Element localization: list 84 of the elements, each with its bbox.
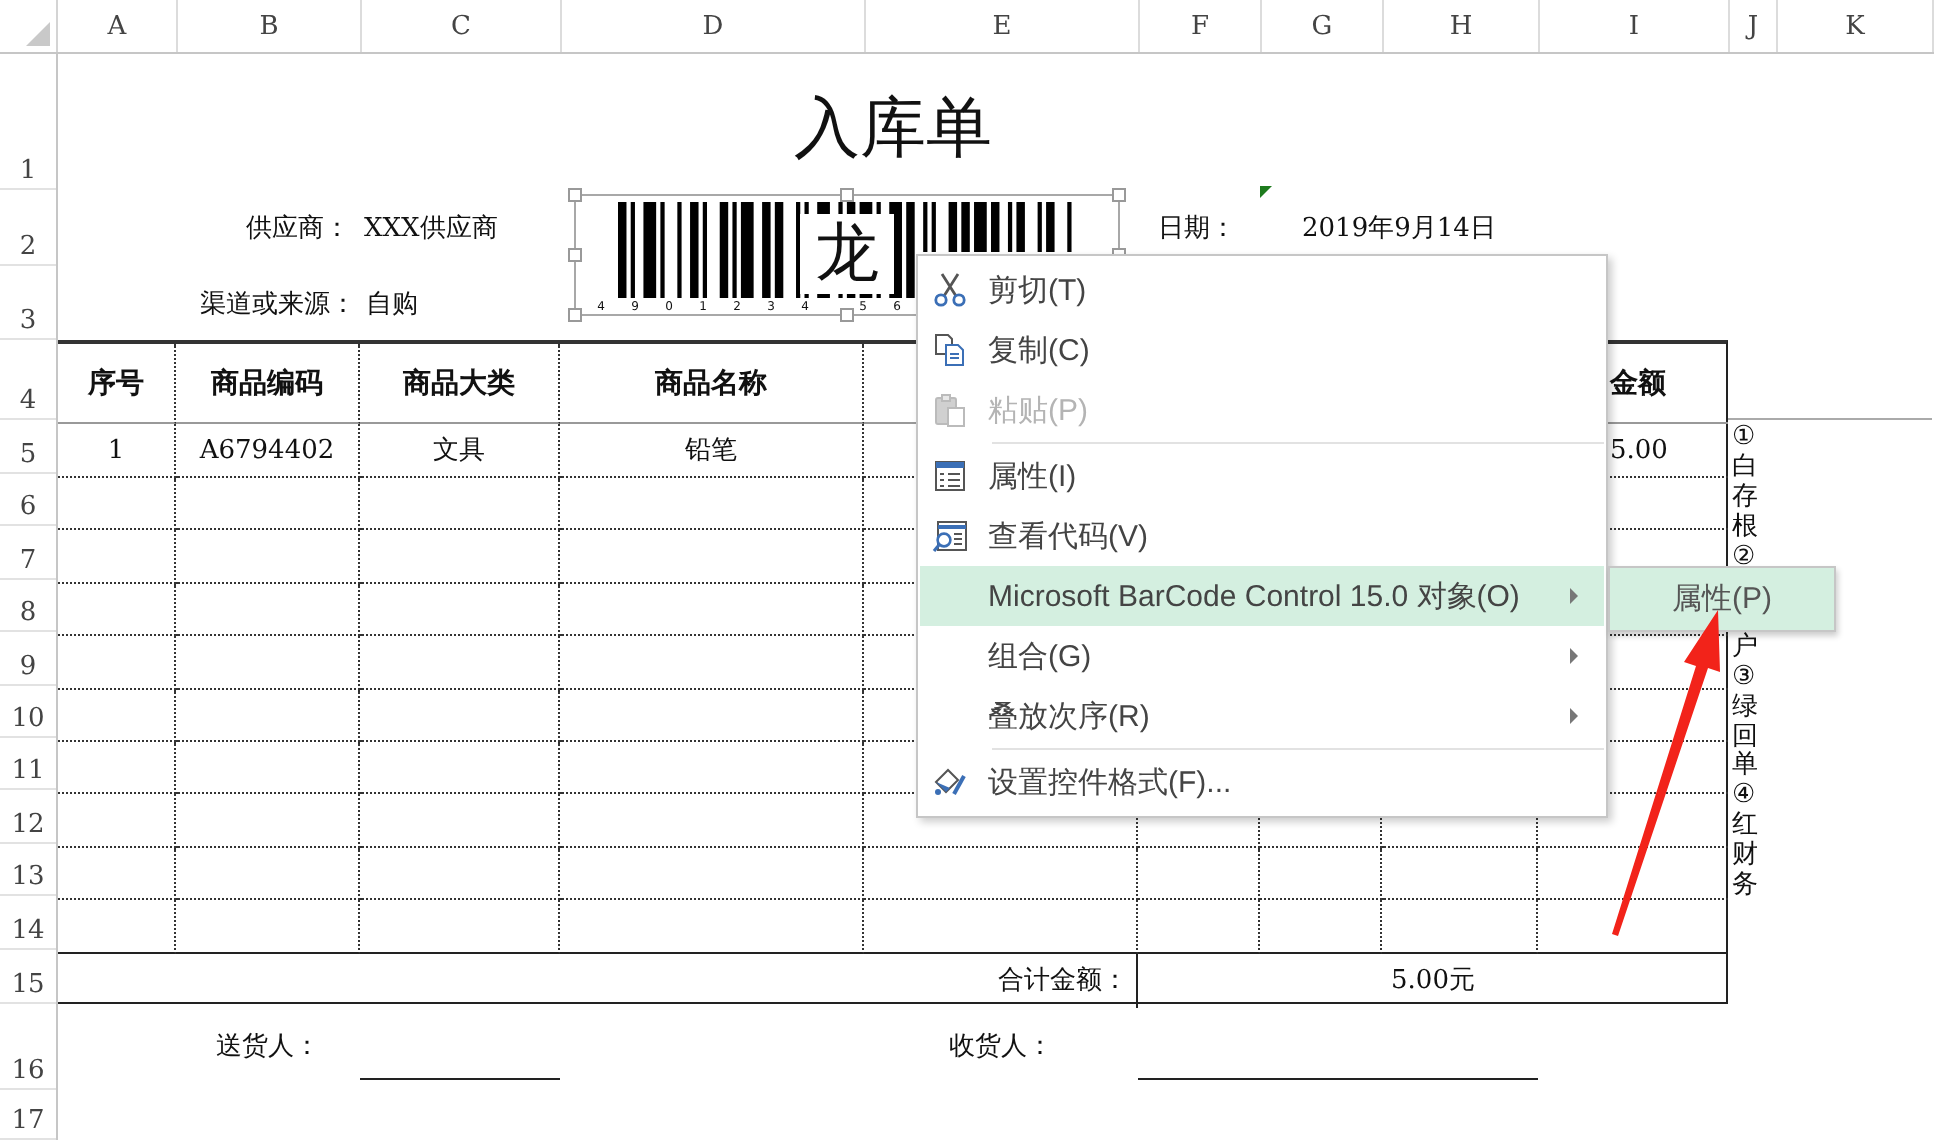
resize-handle[interactable] xyxy=(840,308,854,322)
row-header[interactable]: 11 xyxy=(0,737,56,791)
signature-label: 收货人： xyxy=(949,1030,1053,1065)
cell-marker-icon xyxy=(1260,186,1272,198)
menu-item[interactable]: 查看代码(V) xyxy=(920,506,1604,566)
view-code-icon xyxy=(932,518,968,554)
column-header[interactable]: J xyxy=(1730,0,1778,52)
resize-handle[interactable] xyxy=(568,188,582,202)
table-cell xyxy=(1138,900,1260,954)
resize-handle[interactable] xyxy=(568,248,582,262)
table-cell: 铅笔 xyxy=(560,424,864,478)
side-note: ①白存根② xyxy=(1732,424,1758,574)
resize-handle[interactable] xyxy=(840,188,854,202)
row-header[interactable]: 10 xyxy=(0,685,56,738)
column-header[interactable]: H xyxy=(1384,0,1540,52)
column-header[interactable]: K xyxy=(1778,0,1934,52)
table-cell xyxy=(58,530,176,584)
field-label: 日期： xyxy=(1156,212,1238,246)
row-header[interactable]: 6 xyxy=(0,474,56,527)
table-cell xyxy=(58,689,176,742)
table-cell: 1 xyxy=(58,424,176,478)
column-header[interactable]: I xyxy=(1540,0,1730,52)
field-value: XXX供应商 xyxy=(362,212,500,246)
clipboard-icon xyxy=(932,392,968,428)
column-header[interactable]: B xyxy=(178,0,362,52)
side-note: 户③绿回单④红财务 xyxy=(1732,633,1758,903)
table-cell xyxy=(58,741,176,795)
menu-item[interactable]: 组合(G) xyxy=(920,626,1604,686)
column-header[interactable]: A xyxy=(58,0,178,52)
table-cell xyxy=(1260,900,1382,954)
barcode-label: 龙 xyxy=(800,214,894,294)
column-header[interactable]: D xyxy=(562,0,866,52)
table-cell xyxy=(58,794,176,848)
column-heading: 商品编码 xyxy=(176,344,360,424)
properties-icon xyxy=(932,458,968,494)
table-cell xyxy=(58,847,176,901)
column-heading: 商品大类 xyxy=(360,344,560,424)
row-header[interactable]: 5 xyxy=(0,420,56,474)
table-cell: A6794402 xyxy=(176,424,360,478)
table-cell xyxy=(58,478,176,531)
row-header[interactable]: 7 xyxy=(0,526,56,580)
select-all-icon[interactable] xyxy=(26,22,50,46)
row-header[interactable]: 14 xyxy=(0,896,56,950)
table-cell xyxy=(58,583,176,637)
row-header[interactable]: 17 xyxy=(0,1089,56,1140)
row-header[interactable]: 4 xyxy=(0,340,56,420)
row-header[interactable]: 2 xyxy=(0,190,56,266)
row-header[interactable]: 16 xyxy=(0,1003,56,1090)
table-cell xyxy=(58,636,176,690)
column-header[interactable]: C xyxy=(362,0,562,52)
menu-item[interactable]: Microsoft BarCode Control 15.0 对象(O) xyxy=(920,566,1604,626)
column-header[interactable]: F xyxy=(1140,0,1262,52)
field-value: 自购 xyxy=(364,287,420,321)
table-cell xyxy=(1260,847,1382,901)
menu-item[interactable]: 设置控件格式(F)... xyxy=(920,752,1604,812)
resize-handle[interactable] xyxy=(1112,188,1126,202)
table-cell xyxy=(1138,847,1260,901)
table-cell: 文具 xyxy=(360,424,560,478)
paint-brush-icon xyxy=(932,764,968,800)
total-label: 合计金额： xyxy=(58,953,1138,1008)
scissors-icon xyxy=(932,272,968,308)
sheet-title: 入库单 xyxy=(794,86,992,170)
resize-handle[interactable] xyxy=(568,308,582,322)
copy-icon xyxy=(932,332,968,368)
row-header[interactable]: 3 xyxy=(0,266,56,340)
total-value: 5.00元 xyxy=(1389,964,1477,1001)
field-label: 供应商： xyxy=(246,212,352,246)
column-heading: 序号 xyxy=(58,344,176,424)
field-label: 渠道或来源： xyxy=(200,287,358,321)
row-header[interactable]: 13 xyxy=(0,843,56,897)
signature-label: 送货人： xyxy=(216,1030,320,1065)
column-header[interactable]: E xyxy=(866,0,1140,52)
field-value: 2019年9月14日 xyxy=(1300,212,1498,246)
row-header[interactable]: 15 xyxy=(0,949,56,1004)
menu-item[interactable]: 属性(P) xyxy=(1610,568,1834,630)
row-header[interactable]: 8 xyxy=(0,579,56,633)
menu-item[interactable]: 叠放次序(R) xyxy=(920,686,1604,746)
table-cell xyxy=(58,900,176,954)
column-header[interactable]: G xyxy=(1262,0,1384,52)
row-header[interactable]: 12 xyxy=(0,790,56,844)
menu-item[interactable]: 剪切(T) xyxy=(920,260,1604,320)
column-heading: 商品名称 xyxy=(560,344,864,424)
row-header[interactable]: 1 xyxy=(0,54,56,190)
row-header[interactable]: 9 xyxy=(0,632,56,686)
